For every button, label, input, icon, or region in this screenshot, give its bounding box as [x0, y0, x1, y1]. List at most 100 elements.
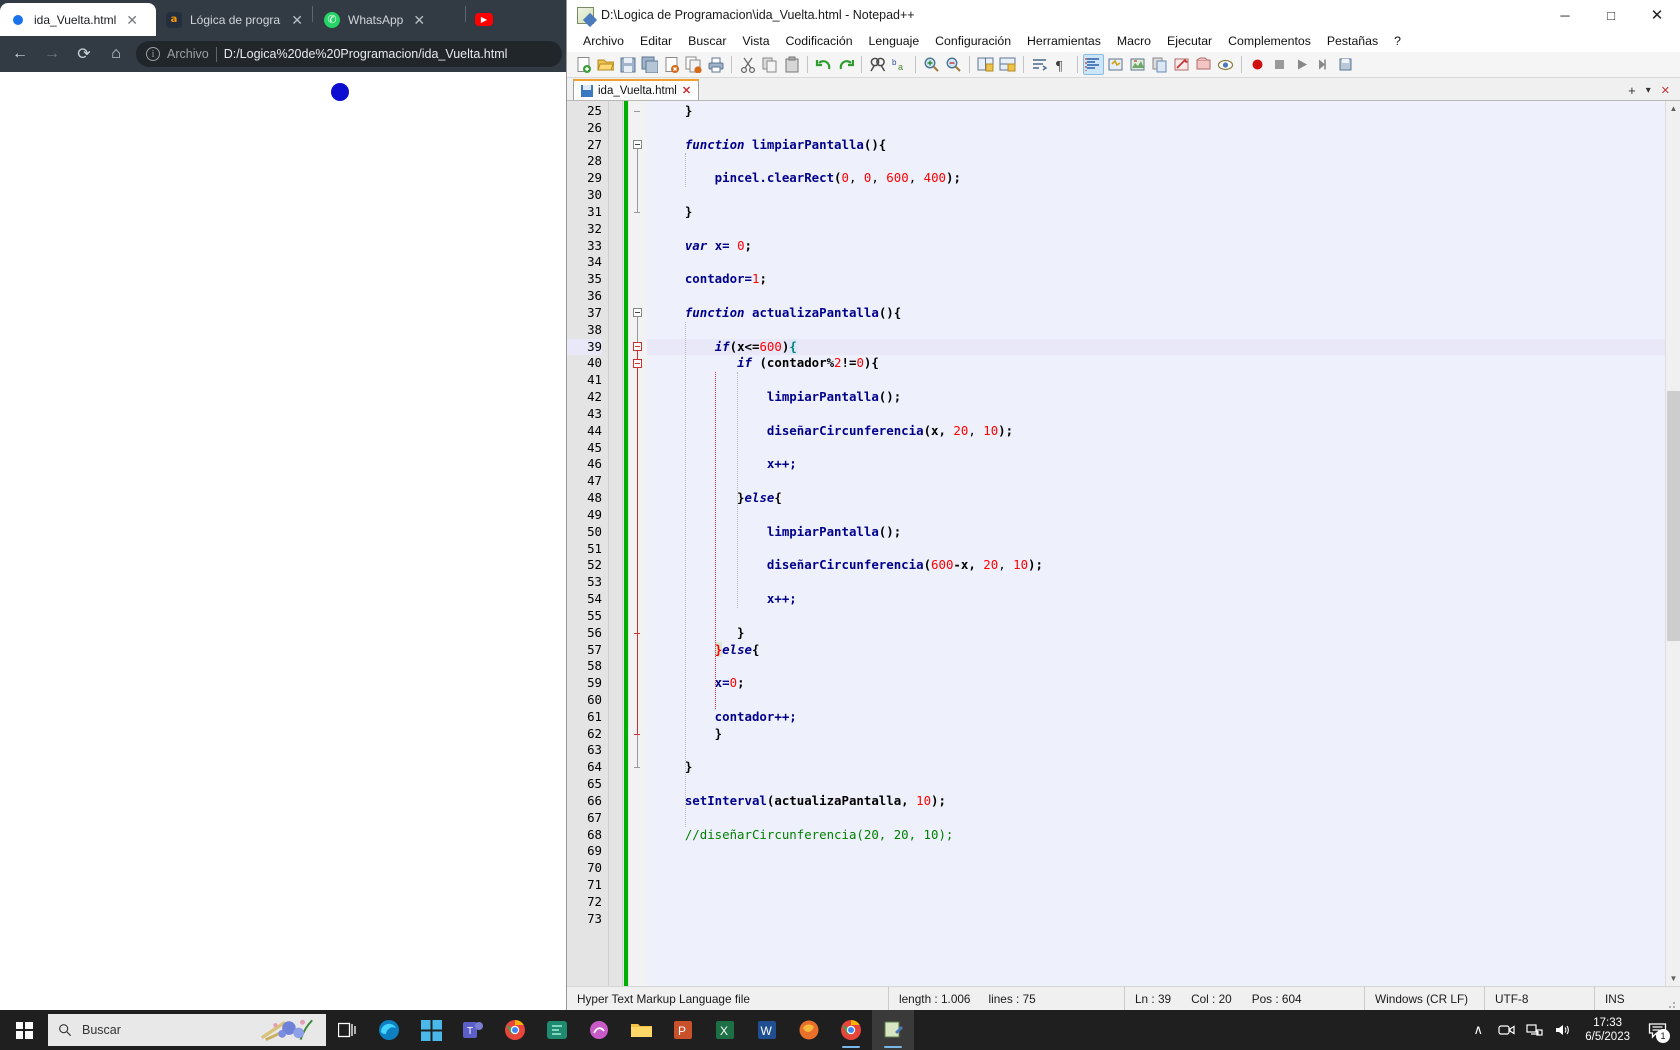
code-line[interactable]: x++;	[647, 456, 1680, 473]
doc-switcher-icon[interactable]	[1193, 54, 1214, 75]
code-line[interactable]: contador=1;	[647, 271, 1680, 288]
code-line[interactable]	[647, 254, 1680, 271]
code-folding-gutter[interactable]	[629, 101, 647, 986]
whiteboard-icon[interactable]	[578, 1010, 620, 1050]
code-line[interactable]	[647, 372, 1680, 389]
code-line[interactable]	[647, 608, 1680, 625]
code-line[interactable]: diseñarCircunferencia(x, 20, 10);	[647, 423, 1680, 440]
close-file-icon[interactable]	[661, 54, 682, 75]
new-tab-button[interactable]: +	[1628, 83, 1636, 98]
copy-icon[interactable]	[759, 54, 780, 75]
excel-icon[interactable]: X	[704, 1010, 746, 1050]
word-wrap-icon[interactable]	[1029, 54, 1050, 75]
menu-item-archivo[interactable]: Archivo	[575, 32, 632, 50]
code-line[interactable]	[647, 742, 1680, 759]
code-text-area[interactable]: } function limpiarPantalla(){ pincel.cle…	[647, 101, 1680, 986]
close-button[interactable]: ✕	[1634, 0, 1680, 30]
powerpoint-icon[interactable]: P	[662, 1010, 704, 1050]
code-line[interactable]	[647, 658, 1680, 675]
find-icon[interactable]	[867, 54, 888, 75]
code-line[interactable]	[647, 473, 1680, 490]
edge-icon[interactable]	[368, 1010, 410, 1050]
close-icon[interactable]: ✕	[126, 13, 138, 27]
word-icon[interactable]: W	[746, 1010, 788, 1050]
function-list-icon[interactable]	[1149, 54, 1170, 75]
close-icon[interactable]: ✕	[413, 13, 425, 27]
code-line[interactable]: if(x<=600){	[647, 338, 1680, 356]
code-line[interactable]	[647, 440, 1680, 457]
code-line[interactable]: function actualizaPantalla(){	[647, 305, 1680, 322]
microsoft-store-icon[interactable]	[410, 1010, 452, 1050]
code-line[interactable]: if (contador%2!=0){	[647, 355, 1680, 372]
volume-icon[interactable]	[1549, 1010, 1575, 1050]
taskbar-search-box[interactable]: Buscar	[48, 1014, 326, 1046]
play-multiple-icon[interactable]	[1313, 54, 1334, 75]
record-macro-icon[interactable]	[1247, 54, 1268, 75]
replace-icon[interactable]: ba	[889, 54, 910, 75]
code-line[interactable]: x=0;	[647, 675, 1680, 692]
show-all-chars-icon[interactable]: ¶	[1051, 54, 1072, 75]
code-line[interactable]: }else{	[647, 490, 1680, 507]
menu-item-lenguaje[interactable]: Lenguaje	[861, 32, 928, 50]
code-line[interactable]: //diseñarCircunferencia(20, 20, 10);	[647, 827, 1680, 844]
menu-item-complementos[interactable]: Complementos	[1220, 32, 1319, 50]
start-button[interactable]	[0, 1010, 48, 1050]
code-line[interactable]	[647, 574, 1680, 591]
show-hidden-icons-button[interactable]: ∧	[1465, 1010, 1491, 1050]
notification-center-button[interactable]: 1	[1640, 1010, 1674, 1050]
code-line[interactable]: }	[647, 625, 1680, 642]
file-explorer-icon[interactable]	[620, 1010, 662, 1050]
taskbar-clock[interactable]: 17:33 6/5/2023	[1577, 1016, 1638, 1044]
code-line[interactable]: contador++;	[647, 709, 1680, 726]
code-line[interactable]: setInterval(actualizaPantalla, 10);	[647, 793, 1680, 810]
save-all-icon[interactable]	[639, 54, 660, 75]
close-icon[interactable]: ✕	[682, 84, 691, 97]
browser-tab-1[interactable]: a Lógica de programac ✕	[156, 3, 311, 36]
camera-icon[interactable]	[1493, 1010, 1519, 1050]
code-line[interactable]	[647, 187, 1680, 204]
menu-item-ejecutar[interactable]: Ejecutar	[1159, 32, 1220, 50]
scroll-up-arrow[interactable]: ▲	[1666, 101, 1680, 116]
doc-map-icon[interactable]	[1127, 54, 1148, 75]
code-line[interactable]: }	[647, 759, 1680, 776]
sync-vertical-icon[interactable]	[975, 54, 996, 75]
close-tab-button[interactable]: ✕	[1661, 84, 1670, 97]
stop-macro-icon[interactable]	[1269, 54, 1290, 75]
bookmark-gutter[interactable]	[609, 101, 623, 986]
code-line[interactable]	[647, 288, 1680, 305]
firefox-dev-icon[interactable]	[788, 1010, 830, 1050]
home-button[interactable]: ⌂	[102, 40, 130, 68]
browser-tab-2[interactable]: ✆ WhatsApp ✕	[314, 3, 464, 36]
new-file-icon[interactable]	[573, 54, 594, 75]
notepad-plus-plus-icon[interactable]	[872, 1010, 914, 1050]
code-line[interactable]	[647, 911, 1680, 928]
network-icon[interactable]	[1521, 1010, 1547, 1050]
code-line[interactable]: limpiarPantalla();	[647, 524, 1680, 541]
menu-item-configuraci-n[interactable]: Configuración	[927, 32, 1019, 50]
print-icon[interactable]	[705, 54, 726, 75]
task-view-icon[interactable]	[326, 1010, 368, 1050]
save-macro-icon[interactable]	[1335, 54, 1356, 75]
close-all-icon[interactable]	[683, 54, 704, 75]
resize-grip[interactable]	[1664, 987, 1680, 1011]
teams-icon[interactable]: T	[452, 1010, 494, 1050]
zoom-in-icon[interactable]	[921, 54, 942, 75]
browser-tab-0[interactable]: ida_Vuelta.html ✕	[0, 3, 156, 36]
code-line[interactable]: limpiarPantalla();	[647, 389, 1680, 406]
code-line[interactable]	[647, 120, 1680, 137]
chrome-running-icon[interactable]	[830, 1010, 872, 1050]
menu-item-pesta-as[interactable]: Pestañas	[1319, 32, 1386, 50]
flipgrid-icon[interactable]	[536, 1010, 578, 1050]
code-line[interactable]	[647, 406, 1680, 423]
code-line[interactable]	[647, 507, 1680, 524]
scroll-down-arrow[interactable]: ▼	[1666, 971, 1680, 986]
code-line[interactable]: }	[647, 726, 1680, 743]
code-line[interactable]	[647, 692, 1680, 709]
code-editor[interactable]: 25 26 27 28 29 30 31 32 33 34 35 36 37 38 39 40 41 42 43 44…	[567, 101, 1680, 986]
forward-button[interactable]: →	[38, 40, 66, 68]
code-line[interactable]: var x= 0;	[647, 238, 1680, 255]
sync-horizontal-icon[interactable]	[997, 54, 1018, 75]
code-line[interactable]: pincel.clearRect(0, 0, 600, 400);	[647, 170, 1680, 187]
code-line[interactable]: }	[647, 103, 1680, 120]
code-line[interactable]	[647, 776, 1680, 793]
